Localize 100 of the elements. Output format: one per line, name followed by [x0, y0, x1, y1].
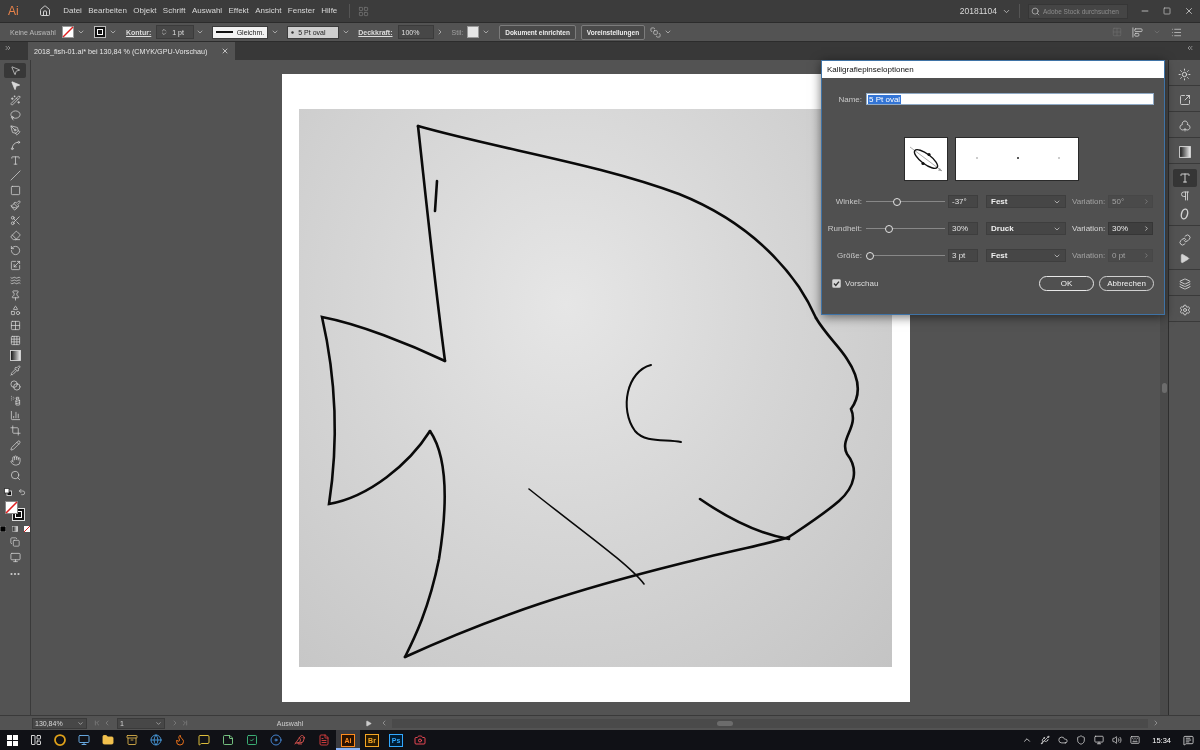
- parameter-label: Größe:: [836, 251, 862, 260]
- value-field[interactable]: 30%: [948, 222, 978, 235]
- variation-label: Variation:: [1072, 197, 1107, 206]
- pin-icon: [9, 290, 21, 301]
- scissors-icon: [9, 215, 21, 226]
- style-swatch-icon: [467, 26, 480, 38]
- monitor-icon[interactable]: [9, 552, 21, 563]
- menu-item[interactable]: Fenster: [284, 0, 319, 22]
- stroke-dropdown[interactable]: [94, 26, 117, 38]
- menu-item[interactable]: Hilfe: [318, 0, 341, 22]
- magic-wand-icon: [9, 95, 21, 106]
- stroke-weight-dropdown[interactable]: [196, 28, 205, 36]
- app-logo: Ai: [8, 4, 20, 18]
- name-label: Name:: [837, 94, 862, 104]
- align-icon[interactable]: [1132, 26, 1143, 38]
- layers-icon: [1178, 278, 1191, 290]
- close-icon[interactable]: [221, 47, 230, 55]
- grid-icon[interactable]: [357, 5, 369, 17]
- home-icon: [39, 5, 51, 17]
- mesh-grid-icon: [9, 335, 21, 346]
- window-panels-icon: [30, 734, 42, 746]
- menu-item[interactable]: Auswahl: [188, 0, 226, 22]
- stroke-profile-dropdown[interactable]: [271, 28, 280, 36]
- gradient-square-icon: [1178, 146, 1191, 158]
- tool-button[interactable]: [4, 63, 26, 78]
- menu-item[interactable]: Bearbeiten: [85, 0, 131, 22]
- brush-shape-icon[interactable]: [903, 137, 948, 181]
- overlapping-swatches-icon[interactable]: [4, 488, 12, 496]
- style-dropdown[interactable]: [467, 26, 491, 38]
- variation-label: Variation:: [1072, 224, 1107, 233]
- play-icon: [1179, 252, 1190, 264]
- chevron-down-icon: [196, 28, 205, 36]
- monitor-icon[interactable]: [1094, 735, 1105, 745]
- grid-icon: [9, 320, 21, 331]
- cloud-icon[interactable]: [1058, 735, 1069, 745]
- chevron-down-icon: [1153, 28, 1161, 36]
- chevron-right-icon[interactable]: [1152, 719, 1160, 727]
- preview-checkbox[interactable]: [832, 279, 841, 288]
- hand-icon: [9, 455, 21, 466]
- maximize-icon: [1163, 7, 1171, 15]
- curved-arrow-icon[interactable]: [18, 488, 26, 496]
- double-chevron-left-icon[interactable]: [1186, 44, 1194, 52]
- disc-icon: [270, 734, 282, 746]
- chevron-right-icon: [1143, 252, 1150, 259]
- variation-label: Variation:: [1072, 251, 1107, 260]
- list-icon[interactable]: [1171, 26, 1182, 38]
- mode-dropdown[interactable]: Druck: [986, 222, 1066, 235]
- camera-icon: [414, 734, 426, 746]
- gradient-square-icon[interactable]: [12, 526, 18, 532]
- close-icon: [1184, 6, 1194, 16]
- chevron-up-icon[interactable]: [1022, 735, 1033, 745]
- flame-icon: [174, 734, 186, 746]
- speaker-icon[interactable]: [1112, 735, 1123, 745]
- gradient-square-icon: [9, 350, 21, 361]
- fill-dropdown[interactable]: [62, 26, 85, 38]
- workspace-switcher[interactable]: 20181104: [959, 6, 1011, 16]
- diagonal-line-icon: [9, 170, 21, 181]
- slider-thumb[interactable]: [885, 224, 894, 233]
- stroke-swatch-icon: [94, 26, 106, 38]
- rotate-arrow-icon: [9, 245, 21, 256]
- fill-stroke-swatch-icon[interactable]: [4, 501, 26, 521]
- club-icon: [1178, 120, 1191, 132]
- check-square-icon: [246, 734, 258, 746]
- menu-item[interactable]: Ansicht: [252, 0, 285, 22]
- arrange-dropdown[interactable]: [650, 26, 673, 38]
- chevron-down-icon: [482, 28, 491, 36]
- pen-nib-icon: [9, 125, 21, 136]
- eraser-icon: [9, 230, 21, 241]
- crop-icon: [9, 425, 21, 436]
- panel-button[interactable]: [1172, 169, 1197, 187]
- notification-icon[interactable]: [1183, 734, 1194, 746]
- slashed-square-icon[interactable]: [24, 526, 30, 532]
- ring-icon: [54, 734, 66, 746]
- rectangle-icon: [9, 185, 21, 196]
- curve-icon: [9, 140, 21, 151]
- parameter-label: Rundheit:: [826, 224, 862, 233]
- scroll-thumb[interactable]: [717, 720, 734, 726]
- menu-item[interactable]: Schrift: [159, 0, 189, 22]
- name-field[interactable]: 5 Pt oval: [866, 93, 1154, 105]
- menu-item[interactable]: Objekt: [130, 0, 160, 22]
- menu-item[interactable]: Effekt: [225, 0, 252, 22]
- no-fill-swatch-icon: [62, 26, 74, 38]
- spray-can-icon: [9, 395, 21, 406]
- search-icon: [1031, 6, 1040, 16]
- scroll-thumb[interactable]: [1161, 382, 1167, 393]
- sun-icon: [1178, 67, 1191, 81]
- brush-dropdown[interactable]: [342, 28, 351, 36]
- play-icon[interactable]: [365, 719, 372, 727]
- lasso-icon: [9, 110, 21, 121]
- chevron-right-icon: [1143, 225, 1150, 232]
- variation-field[interactable]: 30%: [1108, 222, 1153, 235]
- usb-icon[interactable]: [1040, 735, 1051, 745]
- horizontal-scrollbar[interactable]: [392, 718, 1148, 728]
- double-chevron-right-icon[interactable]: [4, 44, 12, 52]
- stacked-squares-icon[interactable]: [10, 537, 20, 547]
- keyboard-icon[interactable]: [1130, 735, 1141, 745]
- chevron-left-icon[interactable]: [380, 719, 388, 727]
- menu-item[interactable]: Datei: [60, 0, 86, 22]
- shield-icon[interactable]: [1076, 735, 1087, 745]
- chevron-down-icon: [271, 28, 280, 36]
